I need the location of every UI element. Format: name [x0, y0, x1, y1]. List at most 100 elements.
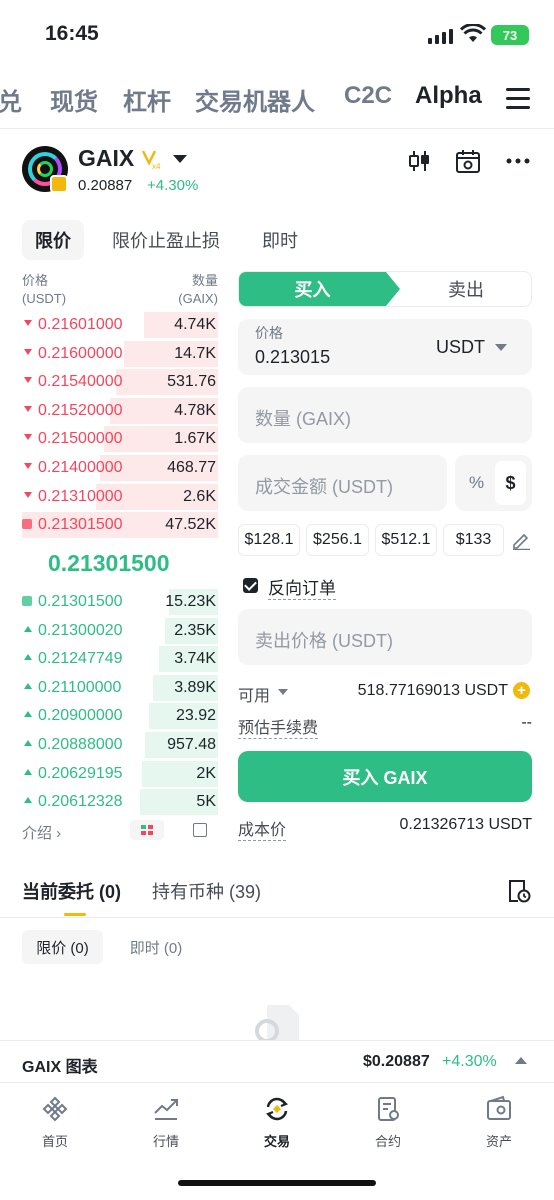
- reverse-order-label[interactable]: 反向订单: [268, 574, 336, 600]
- ask-price: 0.21601000: [38, 316, 123, 333]
- chart-change: +4.30%: [442, 1053, 497, 1070]
- ask-quantity: 531.76: [167, 373, 216, 391]
- caret-up-icon: [24, 768, 32, 775]
- bid-row[interactable]: 0.21301500 15.23K: [22, 589, 218, 615]
- caret-up-icon: [24, 740, 32, 746]
- ask-row[interactable]: 0.21301500 47.52K: [22, 512, 218, 539]
- wallet-icon: [487, 1095, 511, 1120]
- home-indicator: [178, 1180, 376, 1186]
- price-field[interactable]: 价格 0.213015 USDT: [238, 319, 532, 375]
- bid-row[interactable]: 0.21247749 3.74K: [22, 646, 218, 673]
- pair-dropdown-icon[interactable]: [173, 155, 187, 163]
- nav-home[interactable]: 首页: [15, 1095, 95, 1151]
- tab-margin[interactable]: 杠杆: [123, 82, 171, 117]
- more-icon[interactable]: [505, 148, 531, 174]
- market-type-tabs: 兑 现货 杠杆 交易机器人 C2C Alpha: [0, 78, 554, 120]
- ask-price: 0.21301500: [38, 516, 123, 534]
- add-funds-icon[interactable]: +: [513, 682, 530, 699]
- caret-up-icon: [24, 625, 32, 632]
- bid-row[interactable]: 0.21100000 3.89K: [22, 674, 218, 701]
- chart-collapse-bar[interactable]: GAIX 图表 $0.20887 +4.30%: [0, 1040, 554, 1082]
- candlestick-chart-icon[interactable]: [406, 148, 432, 174]
- bid-row[interactable]: 0.20629195 2K: [22, 760, 218, 787]
- bid-row[interactable]: 0.20612328 5K: [22, 789, 218, 816]
- chevron-up-icon[interactable]: [515, 1057, 527, 1064]
- bid-row[interactable]: 0.20888000 957.48: [22, 732, 218, 758]
- quantity-field[interactable]: 数量 (GAIX): [238, 387, 532, 443]
- bid-quantity: 3.74K: [174, 650, 216, 668]
- nav-assets[interactable]: 资产: [459, 1095, 539, 1151]
- total-field[interactable]: 成交金额 (USDT): [238, 455, 447, 511]
- available-label[interactable]: 可用: [238, 682, 270, 706]
- nav-trade[interactable]: 交易: [237, 1095, 317, 1151]
- tab-alpha[interactable]: Alpha: [415, 82, 482, 110]
- market-chart-icon: [154, 1099, 178, 1120]
- tab-c2c[interactable]: C2C: [344, 82, 392, 110]
- cost-price-label[interactable]: 成本价: [238, 816, 287, 841]
- sell-price-field[interactable]: 卖出价格 (USDT): [238, 609, 532, 665]
- calendar-icon[interactable]: [455, 148, 481, 174]
- bid-row[interactable]: 0.21300020 2.35K: [22, 617, 218, 644]
- usd-toggle[interactable]: $: [495, 461, 526, 505]
- menu-icon[interactable]: [506, 88, 530, 110]
- ask-row[interactable]: 0.21600000 14.7K: [22, 340, 218, 367]
- ask-quantity: 1.67K: [174, 430, 216, 448]
- chevron-down-icon[interactable]: [278, 689, 288, 695]
- fee-label[interactable]: 预估手续费: [238, 714, 319, 739]
- amount-chip[interactable]: $133: [443, 524, 504, 556]
- reverse-order-checkbox[interactable]: [243, 578, 258, 593]
- sell-tab[interactable]: 卖出: [399, 272, 533, 306]
- tab-trading-bots[interactable]: 交易机器人: [195, 82, 315, 117]
- caret-up-icon: [24, 711, 32, 718]
- trade-swap-icon: [266, 1097, 288, 1121]
- price-unit-select[interactable]: USDT: [436, 337, 485, 358]
- caret-down-icon: [24, 491, 32, 498]
- buy-submit-button[interactable]: 买入 GAIX: [238, 751, 532, 802]
- price-field-value[interactable]: 0.213015: [255, 347, 330, 368]
- buy-tab[interactable]: 买入: [239, 272, 400, 306]
- chevron-down-icon[interactable]: [495, 344, 507, 351]
- ask-row[interactable]: 0.21540000 531.76: [22, 369, 218, 396]
- ask-row[interactable]: 0.21601000 4.74K: [22, 312, 218, 338]
- buy-sell-toggle: 买入 卖出: [238, 271, 532, 307]
- nav-futures[interactable]: 合约: [348, 1095, 428, 1151]
- edit-icon[interactable]: [511, 530, 531, 550]
- ask-row[interactable]: 0.21310000 2.6K: [22, 483, 218, 510]
- tab-open-orders[interactable]: 当前委托 (0): [22, 878, 121, 904]
- tab-stop-limit[interactable]: 限价止盈止损: [100, 220, 232, 260]
- orderbook-view-list-icon[interactable]: [193, 823, 207, 837]
- order-history-icon[interactable]: [507, 878, 531, 904]
- ask-row[interactable]: 0.21520000 4.78K: [22, 397, 218, 424]
- amount-chip[interactable]: $128.1: [238, 524, 300, 556]
- bid-quantity: 957.48: [167, 736, 216, 753]
- percent-toggle[interactable]: %: [469, 473, 484, 493]
- amount-chip[interactable]: $512.1: [375, 524, 437, 556]
- tab-instant[interactable]: 即时: [250, 220, 310, 260]
- subtab-instant[interactable]: 即时 (0): [118, 930, 194, 964]
- bid-price: 0.21100000: [38, 678, 122, 696]
- pair-name[interactable]: GAIX: [78, 145, 134, 172]
- caret-down-icon: [24, 405, 32, 412]
- last-price: 0.20887: [78, 177, 133, 194]
- tab-holdings[interactable]: 持有币种 (39): [152, 878, 261, 904]
- intro-link[interactable]: 介绍 ›: [22, 822, 61, 843]
- bid-price: 0.20629195: [38, 764, 123, 782]
- amount-chip[interactable]: $256.1: [306, 524, 369, 556]
- tab-convert[interactable]: 兑: [0, 82, 22, 117]
- verified-badge-icon: x4: [141, 150, 161, 171]
- price-change: +4.30%: [147, 177, 199, 194]
- tab-limit[interactable]: 限价: [22, 220, 84, 260]
- tab-spot[interactable]: 现货: [50, 82, 98, 117]
- bid-row[interactable]: 0.20900000 23.92: [22, 703, 218, 730]
- order-marker-icon: [22, 519, 32, 530]
- ask-row[interactable]: 0.21400000 468.77: [22, 455, 218, 481]
- ask-row[interactable]: 0.21500000 1.67K: [22, 426, 218, 453]
- cost-price-value: 0.21326713 USDT: [399, 816, 532, 833]
- nav-markets[interactable]: 行情: [126, 1095, 206, 1151]
- bid-price: 0.20900000: [38, 707, 123, 725]
- orderbook-view-both-icon[interactable]: [130, 820, 164, 840]
- orderbook-mid-price[interactable]: 0.21301500: [48, 550, 170, 577]
- caret-up-icon: [24, 797, 32, 804]
- subtab-limit[interactable]: 限价 (0): [22, 930, 103, 964]
- ob-qty-header: 数量 (GAIX): [178, 273, 218, 306]
